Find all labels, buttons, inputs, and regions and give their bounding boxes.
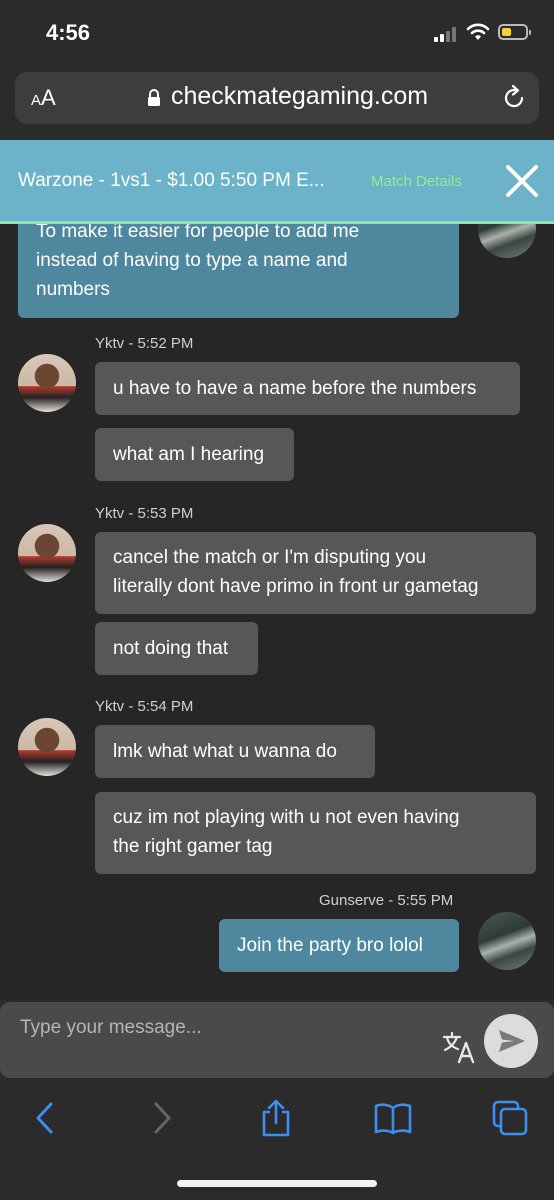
message-meta: Yktv - 5:53 PM bbox=[95, 505, 194, 522]
avatar[interactable] bbox=[478, 912, 536, 970]
message-meta: Yktv - 5:54 PM bbox=[95, 698, 194, 715]
text-size-button[interactable]: AA bbox=[31, 85, 56, 111]
message-meta: Yktv - 5:52 PM bbox=[95, 335, 194, 352]
message-bubble: To make it easier for people to add me i… bbox=[18, 224, 459, 318]
status-time: 4:56 bbox=[46, 20, 91, 45]
match-title: Warzone - 1vs1 - $1.00 5:50 PM E... bbox=[18, 170, 325, 191]
reload-icon[interactable] bbox=[501, 84, 527, 112]
composer-box bbox=[0, 1002, 554, 1078]
message-bubble: cuz im not playing with u not even havin… bbox=[95, 792, 536, 874]
bookmarks-icon[interactable] bbox=[373, 1098, 413, 1138]
translate-icon[interactable] bbox=[442, 1030, 476, 1064]
signal-icon bbox=[434, 26, 460, 42]
message-bubble: cancel the match or I'm disputing you li… bbox=[95, 532, 536, 614]
match-banner: Warzone - 1vs1 - $1.00 5:50 PM E... Matc… bbox=[0, 140, 554, 224]
close-icon[interactable] bbox=[505, 164, 539, 198]
message-bubble: not doing that bbox=[95, 622, 258, 675]
share-icon[interactable] bbox=[256, 1098, 296, 1138]
message-bubble: what am I hearing bbox=[95, 428, 294, 481]
url-text: checkmategaming.com bbox=[171, 82, 429, 110]
message-bubble: lmk what what u wanna do bbox=[95, 725, 375, 778]
avatar[interactable] bbox=[18, 354, 76, 412]
match-details-link[interactable]: Match Details bbox=[371, 173, 462, 190]
battery-icon bbox=[498, 24, 531, 40]
url-field[interactable]: AA checkmategaming.com bbox=[15, 72, 539, 124]
lock-icon bbox=[148, 89, 160, 106]
status-bar: 4:56 bbox=[0, 0, 554, 64]
wifi-icon bbox=[466, 23, 490, 40]
avatar[interactable] bbox=[478, 224, 536, 258]
send-button[interactable] bbox=[484, 1014, 538, 1068]
avatar[interactable] bbox=[18, 524, 76, 582]
message-composer bbox=[0, 1000, 554, 1078]
message-bubble: Join the party bro lolol bbox=[219, 919, 459, 972]
forward-icon[interactable] bbox=[141, 1098, 181, 1138]
message-bubble: u have to have a name before the numbers bbox=[95, 362, 520, 415]
avatar[interactable] bbox=[18, 718, 76, 776]
chat-messages: To make it easier for people to add me i… bbox=[0, 224, 554, 1000]
home-indicator bbox=[177, 1180, 377, 1187]
tabs-icon[interactable] bbox=[490, 1098, 530, 1138]
message-input[interactable] bbox=[18, 1012, 422, 1044]
back-icon[interactable] bbox=[26, 1098, 66, 1138]
message-meta: Gunserve - 5:55 PM bbox=[319, 892, 454, 909]
browser-address-bar: AA checkmategaming.com bbox=[0, 64, 554, 140]
send-icon bbox=[499, 1030, 525, 1052]
